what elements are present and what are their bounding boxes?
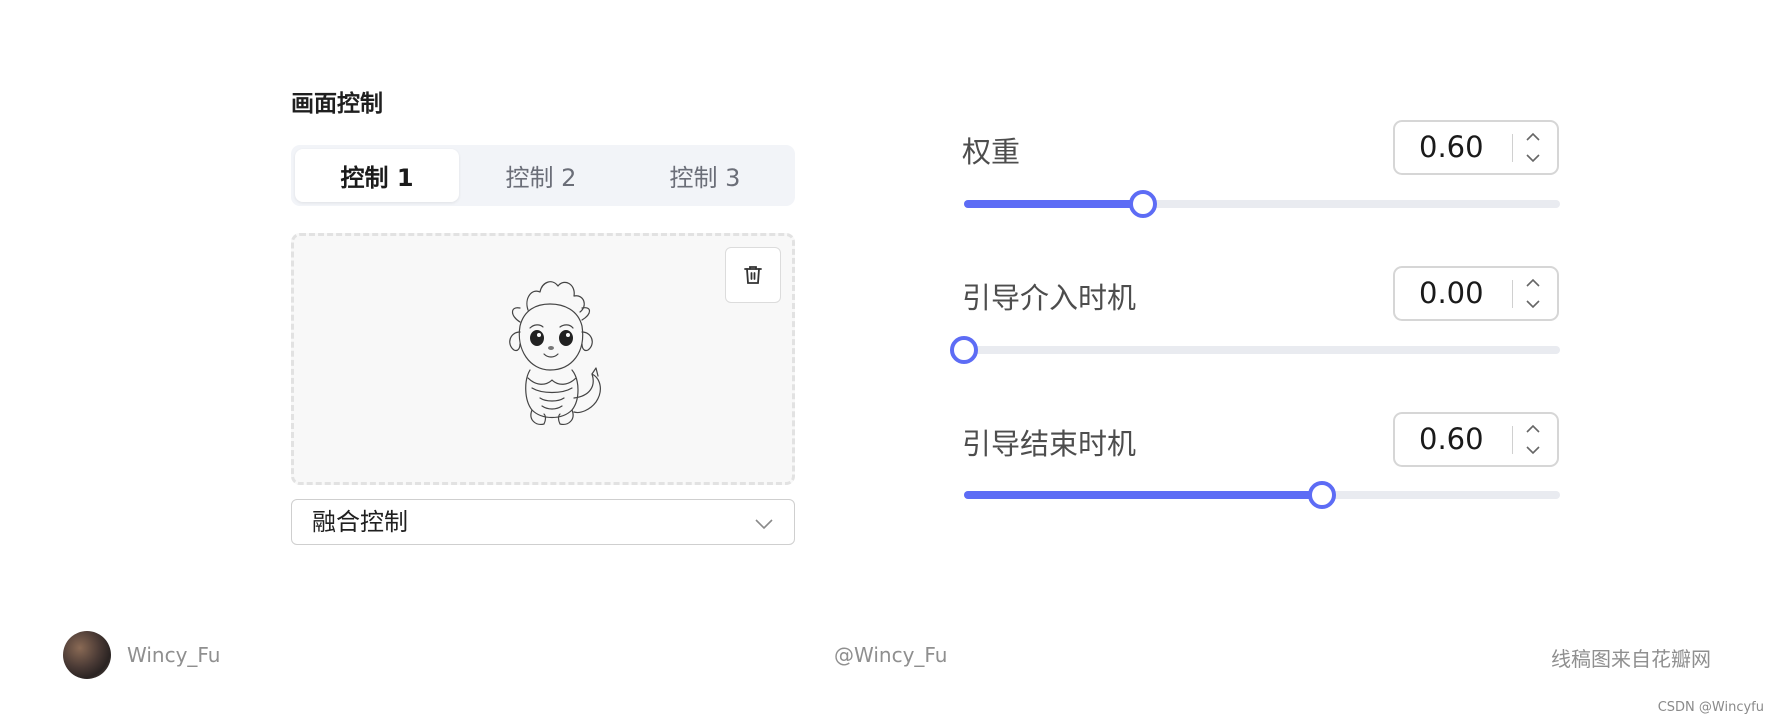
guidance-start-slider-track[interactable] [964,346,1560,354]
chevron-up-icon[interactable] [1525,276,1541,290]
weight-slider-thumb[interactable] [1128,190,1157,218]
guidance-end-slider-thumb[interactable] [1307,481,1336,509]
guidance-end-slider-track[interactable] [964,491,1560,499]
guidance-start-slider-thumb[interactable] [950,336,978,364]
chevron-up-icon[interactable] [1525,422,1541,436]
weight-slider-fill [964,200,1143,208]
tab-control-3[interactable]: 控制 3 [623,149,787,202]
weight-slider-track[interactable] [964,200,1560,208]
mode-select-value: 融合控制 [312,508,408,536]
author-handle: @Wincy_Fu [834,643,948,667]
guidance-start-value: 0.00 [1419,276,1484,310]
watermark: CSDN @Wincyfu [1657,700,1764,715]
tab-control-1[interactable]: 控制 1 [295,149,459,202]
guidance-end-number-input[interactable]: 0.60 [1393,412,1559,467]
weight-number-input[interactable]: 0.60 [1393,120,1559,175]
guidance-start-number-input[interactable]: 0.00 [1393,266,1559,321]
tab-control-2[interactable]: 控制 2 [459,149,623,202]
chevron-down-icon[interactable] [1525,443,1541,457]
dragon-sketch-image [509,281,601,425]
mode-select[interactable]: 融合控制 [291,499,795,545]
guidance-end-slider-fill [964,491,1322,499]
divider [1512,280,1513,308]
author-name: Wincy_Fu [127,643,221,667]
section-title: 画面控制 [291,91,383,117]
guidance-end-value: 0.60 [1419,422,1484,456]
chevron-down-icon [755,519,773,530]
divider [1512,134,1513,162]
avatar [63,631,111,679]
control-tabs: 控制 1 控制 2 控制 3 [291,145,795,206]
chevron-down-icon[interactable] [1525,151,1541,165]
param-label-guidance-end: 引导结束时机 [962,427,1137,461]
image-credit: 线稿图来自花瓣网 [1551,647,1711,671]
divider [1512,426,1513,454]
weight-value: 0.60 [1419,130,1484,164]
chevron-down-icon[interactable] [1525,297,1541,311]
param-label-weight: 权重 [962,135,1021,169]
delete-image-button[interactable] [725,247,781,303]
trash-icon [744,266,762,284]
param-label-guidance-start: 引导介入时机 [962,281,1137,315]
chevron-up-icon[interactable] [1525,130,1541,144]
